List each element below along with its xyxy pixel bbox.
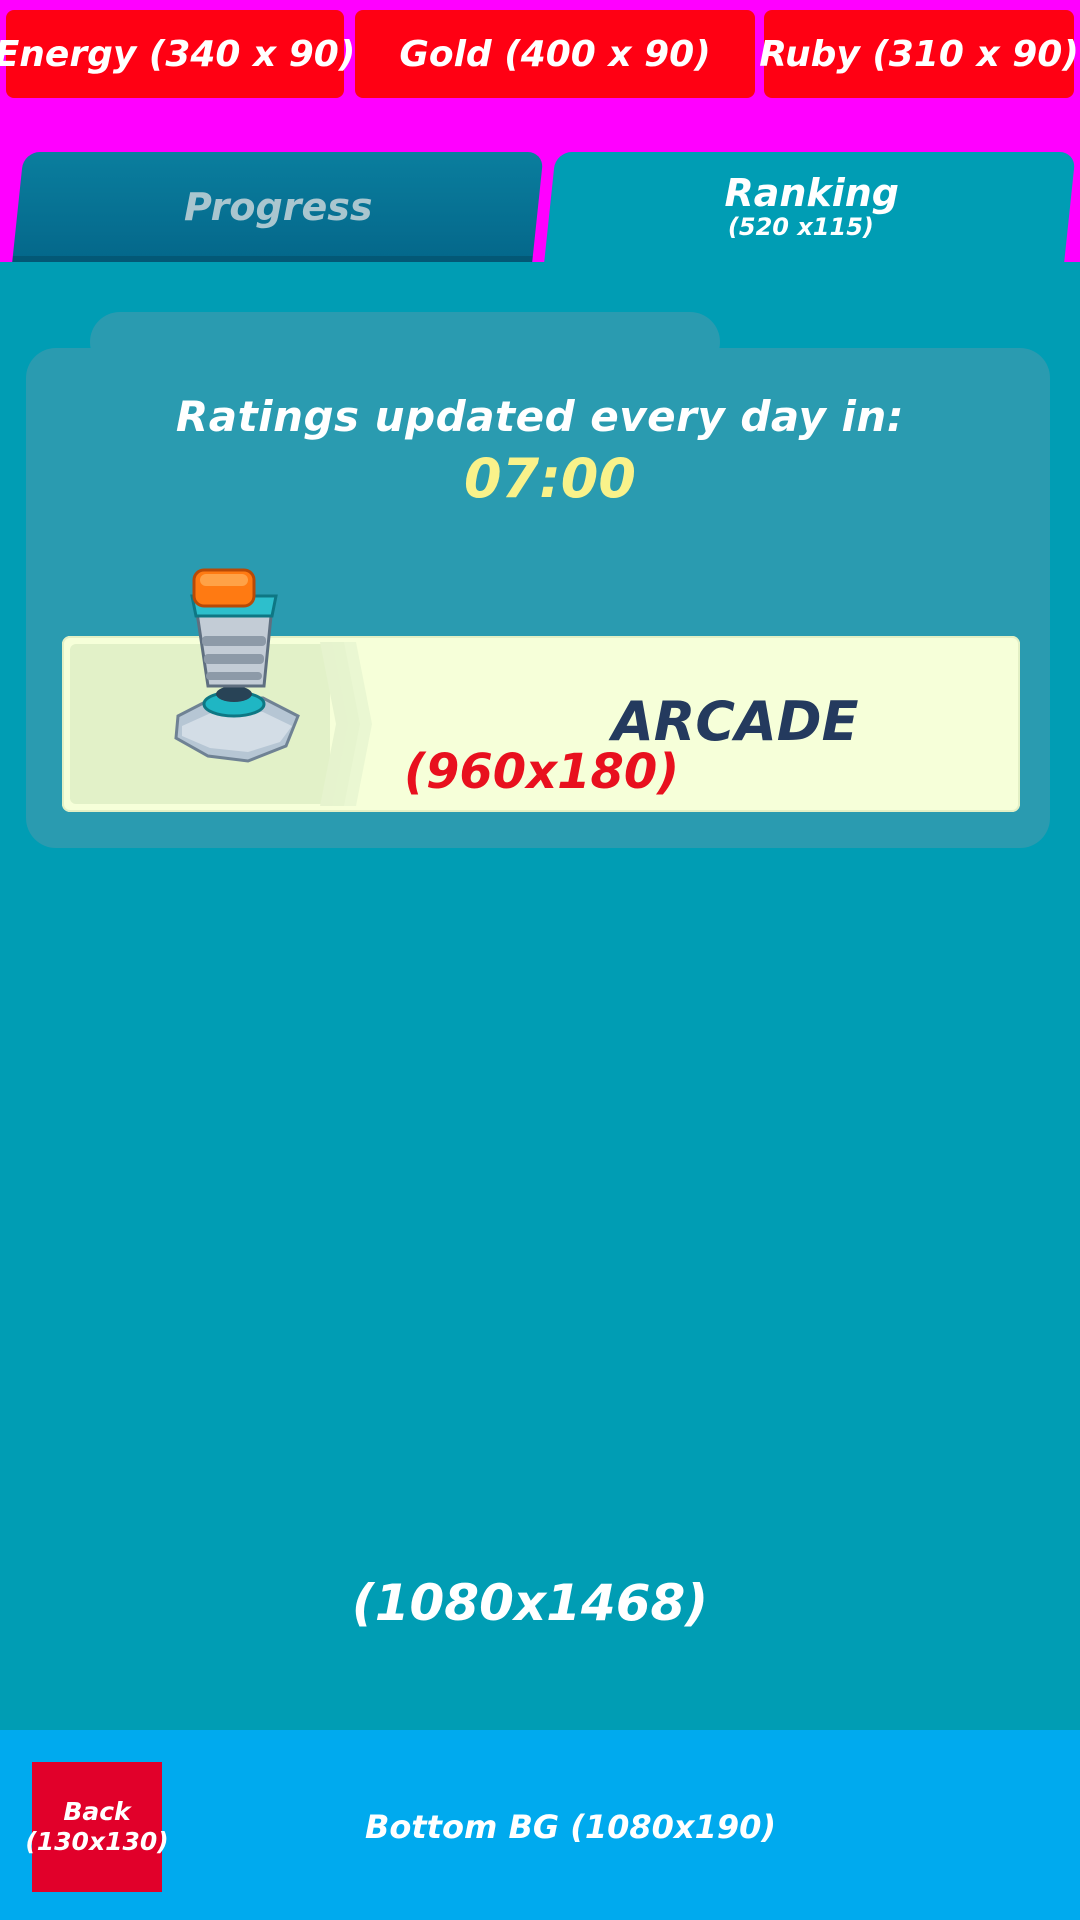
gold-bar[interactable]: Gold (400 x 90) (355, 10, 755, 98)
joystick-icon (174, 568, 300, 763)
bottom-bar: Back (130x130) Bottom BG (1080x190) (0, 1730, 1080, 1920)
card-size-label: (960x180) (404, 744, 680, 800)
tab-progress-label: Progress (183, 185, 373, 229)
update-time: 07:00 (464, 447, 636, 510)
gold-label: Gold (400 x 90) (399, 33, 711, 75)
tab-ranking-label: Ranking (724, 171, 899, 215)
bottom-bg-label: Bottom BG (1080x190) (365, 1808, 776, 1846)
panel-size-label: (1080x1468) (351, 1574, 709, 1632)
energy-label: Energy (340 x 90) (0, 33, 356, 75)
main-panel: Ratings updated every day in: 07:00 ARCA… (0, 262, 1080, 1730)
tab-ranking-size: (520 x115) (727, 213, 874, 241)
ruby-label: Ruby (310 x 90) (759, 33, 1079, 75)
back-button[interactable]: Back (130x130) (25, 1762, 169, 1892)
energy-bar[interactable]: Energy (340 x 90) (0, 10, 355, 98)
ratings-update-text: Ratings updated every day in: (175, 392, 905, 441)
tab-ranking[interactable]: Ranking (520 x115) (544, 152, 1076, 262)
tab-progress[interactable]: Progress (12, 152, 544, 262)
ruby-bar[interactable]: Ruby (310 x 90) (759, 10, 1079, 98)
